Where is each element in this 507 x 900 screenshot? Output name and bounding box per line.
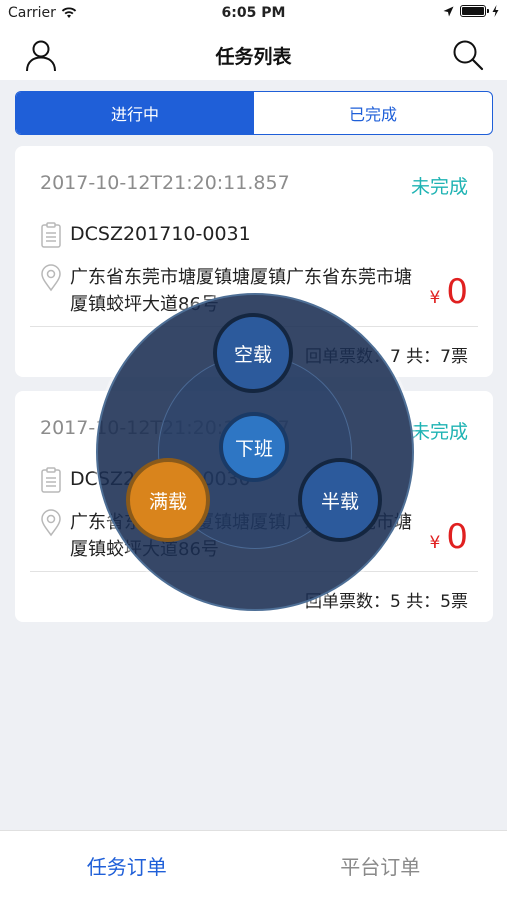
nav-bar: 任务列表 (0, 28, 507, 80)
price-amount: 0 (446, 272, 468, 312)
charging-icon (492, 5, 499, 17)
currency-symbol: ¥ (429, 533, 441, 553)
currency-symbol: ¥ (429, 288, 441, 308)
status-right (443, 5, 499, 17)
location-pin-icon (41, 509, 61, 537)
tab-in-progress[interactable]: 进行中 (16, 92, 254, 134)
location-arrow-icon (443, 6, 454, 16)
search-icon[interactable] (451, 38, 485, 72)
order-id: DCSZ201710-0031 (70, 223, 251, 245)
tab-completed[interactable]: 已完成 (254, 92, 492, 134)
location-pin-icon (41, 264, 61, 292)
order-status: 未完成 (410, 421, 468, 443)
off-duty-button[interactable]: 下班 (219, 412, 289, 482)
page-title: 任务列表 (215, 46, 292, 68)
status-time: 6:05 PM (221, 5, 286, 21)
status-bar: Carrier 6:05 PM (0, 0, 507, 28)
tab-bar: 任务订单 平台订单 (0, 830, 507, 900)
order-price: ¥ 0 (430, 272, 468, 312)
empty-load-button[interactable]: 空载 (213, 313, 293, 393)
order-price: ¥ 0 (430, 517, 468, 557)
half-load-button[interactable]: 半载 (298, 458, 382, 542)
clipboard-icon (41, 467, 61, 493)
segmented-control: 进行中 已完成 (15, 91, 493, 135)
full-load-button[interactable]: 满载 (126, 458, 210, 542)
battery-icon (460, 5, 489, 17)
price-amount: 0 (446, 517, 468, 557)
tab-task-orders[interactable]: 任务订单 (0, 831, 254, 900)
tab-platform-orders[interactable]: 平台订单 (254, 831, 507, 900)
order-status: 未完成 (410, 176, 468, 198)
clipboard-icon (41, 222, 61, 248)
order-time: 2017-10-12T21:20:11.857 (40, 172, 290, 194)
